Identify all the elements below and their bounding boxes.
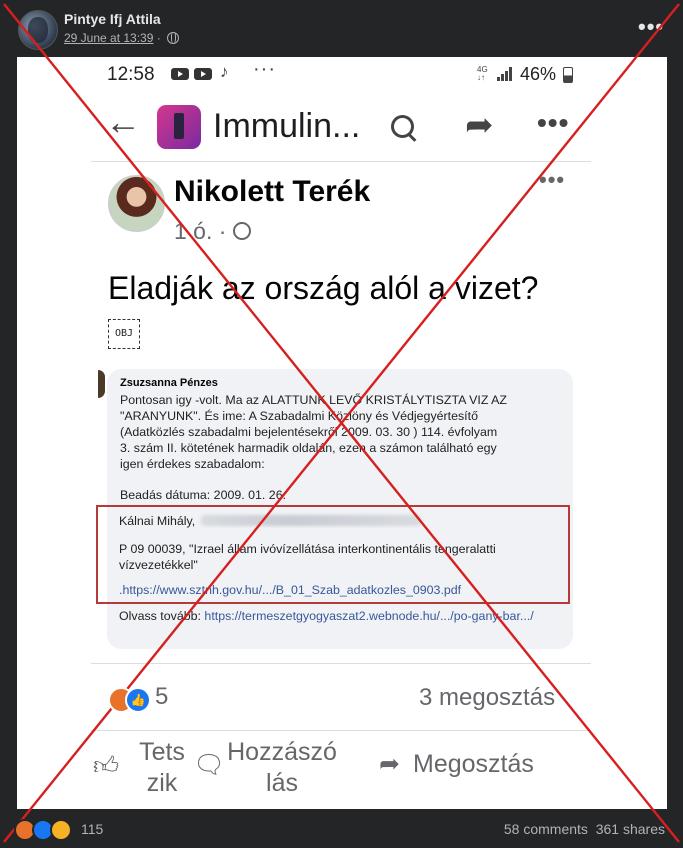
battery-percent: 46% [520,64,557,84]
boxed-name: Kálnai Mihály, [119,514,196,528]
inner-author-name: Nikolett Terék [174,175,371,208]
meta-separator: · [156,31,161,45]
signal-icon [497,67,513,81]
phone-status-bar: 12:58 ♪ ··· 4G ↓↑ 46% [17,57,667,93]
author-avatar[interactable] [18,10,58,50]
like-reaction-icon: 👍 [125,687,151,713]
blurred-text [201,515,422,526]
post-header: Pintye Ifj Attila 29 June at 13:39 · ••• [0,0,683,56]
comment-line: "ARANYUNK". És ime: A Szabadalmi Közlöny… [120,409,478,423]
boxed-link: .https://www.sztnh.gov.hu/.../B_01_Szab_… [119,583,462,597]
globe-icon [232,222,251,240]
comment-text: Pontosan igy -volt. Ma az ALATTUNK LEVŐ … [120,392,570,472]
divider [91,161,591,162]
comment-date-line: Beadás dátuma: 2009. 01. 26. [120,488,287,502]
inner-post-text: Eladják az ország alól a vizet? [108,270,539,306]
more-options-icon[interactable]: ••• [638,14,664,40]
commenter-avatar [98,370,105,398]
post-footer: 115 58 comments 361 shares [0,810,683,848]
page-profile-icon [157,105,201,149]
shared-screenshot-image[interactable]: 12:58 ♪ ··· 4G ↓↑ 46% ← Immulin... ➦ ••• … [17,57,667,809]
thumbs-up-icon: 👍︎ [93,752,120,780]
divider [91,730,591,731]
comment-author: Zsuzsanna Pénzes [120,377,218,389]
read-more-label: Olvass tovább: [119,609,201,623]
inner-share-count: 3 megosztás [419,684,556,711]
comment-line: (Adatközlés szabadalmi bejelentésekről 2… [120,425,498,439]
shares-count-link[interactable]: 361 shares [596,821,665,837]
youtube-icon [171,68,189,80]
obj-placeholder-glyph: OBJ [108,319,140,349]
inner-share-action: Megosztás [413,750,534,778]
app-bar: ← Immulin... ➦ ••• [17,93,667,163]
comments-count-link[interactable]: 58 comments [504,821,588,837]
battery-icon [563,67,573,83]
youtube-icon [194,68,212,80]
read-more-line: Olvass tovább: https://termeszetgyogyasz… [119,608,549,625]
network-type-label: 4G [477,65,488,74]
comment-line: Pontosan igy -volt. Ma az ALATTUNK LEVŐ … [120,393,507,407]
inner-reaction-count: 5 [155,683,169,710]
search-icon [391,115,414,138]
tiktok-icon: ♪ [220,62,229,81]
wow-reaction-icon[interactable] [50,819,72,841]
comment-label: Hozzászólás [227,738,337,797]
network-type-icon: 4G ↓↑ [477,65,488,82]
footer-stats: 58 comments 361 shares [504,821,665,837]
inner-author-avatar [108,175,165,232]
boxed-name-line: Kálnai Mihály, [119,514,422,528]
share-arrow-icon: ➦ [465,106,494,144]
divider [91,663,591,664]
read-more-link: https://termeszetgyogyaszat2.webnode.hu/… [204,609,534,623]
share-arrow-icon: ➦ [379,750,400,778]
status-time: 12:58 [107,64,155,85]
post-meta: 29 June at 13:39 · [64,31,180,45]
author-name[interactable]: Pintye Ifj Attila [64,11,161,27]
reaction-count[interactable]: 115 [81,821,103,837]
post-date-link[interactable]: 29 June at 13:39 [64,31,153,45]
comment-line: igen érdekes szabadalom: [120,457,265,471]
boxed-patent: P 09 00039, "Izrael állam ivóvízellátása… [119,542,496,572]
more-options-icon: ••• [537,107,570,138]
page-title: Immulin... [213,107,361,145]
inner-post-time: 1 ó. · [174,218,227,244]
status-more-dots: ··· [253,58,276,80]
like-label: Tetszik [139,738,185,797]
back-arrow-icon: ← [105,101,141,142]
globe-icon [167,32,180,44]
inner-more-icon: ••• [539,167,566,192]
inner-post-meta: 1 ó. · [174,218,251,245]
comment-line: 3. szám II. kötetének harmadik oldalán, … [120,441,497,455]
inner-comment-action: Hozzászólás [212,737,352,799]
